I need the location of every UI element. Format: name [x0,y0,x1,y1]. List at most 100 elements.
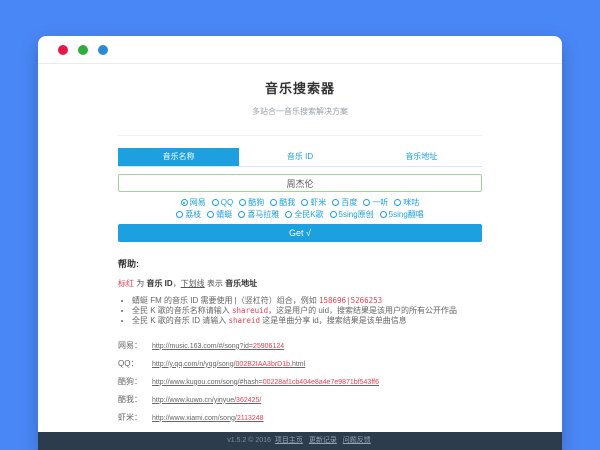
radio-icon [207,211,214,218]
example-row: 酷我：http://www.kuwo.cn/yinyue/362425/ [118,394,482,405]
radio-icon [239,199,246,206]
radio-icon [176,211,183,218]
help-bullet: 蜻蜓 FM 的音乐 ID 需要使用 |（竖杠符）组合，例如 158696|526… [132,296,482,306]
tab-music-name[interactable]: 音乐名称 [118,148,239,166]
source-option[interactable]: 全民K歌 [285,210,323,219]
example-site-label: QQ： [118,358,152,369]
source-option-label: 酷狗 [248,198,264,207]
radio-icon [380,211,387,218]
example-row: 酷狗：http://www.kugou.com/song/#hash=00228… [118,376,482,387]
example-site-label: 酷我： [118,394,152,405]
help-bullet: 全民 K 歌的音乐名称请输入 shareuid，这是用户的 uid，搜索结果是该… [132,306,482,316]
help-note-red: 标红 [118,279,134,288]
help-code: 158696|5266253 [319,296,382,305]
source-option[interactable]: QQ [212,198,233,207]
radio-icon [270,199,277,206]
page-subtitle: 多站合一音乐搜索解决方案 [38,106,562,117]
page-content: 音乐搜索器 多站合一音乐搜索解决方案 音乐名称 音乐 ID 音乐地址 网易 QQ 酷… [38,64,562,450]
example-site-label: 酷狗： [118,376,152,387]
source-radio-row: 网易 QQ 酷狗 酷我 虾米 百度 一听 咪咕 [118,197,482,207]
radio-icon [212,199,219,206]
radio-icon [181,199,188,206]
source-option-label: 荔枝 [185,210,201,219]
source-option-label: 百度 [341,198,357,207]
source-option[interactable]: 荔枝 [176,210,201,219]
radio-icon [330,211,337,218]
source-option-label: 蜻蜓 [216,210,232,219]
radio-icon [363,199,370,206]
main-column: 音乐名称 音乐 ID 音乐地址 网易 QQ 酷狗 酷我 虾米 百度 一听 咪咕荔枝 蜻蜓 喜马拉雅… [118,135,482,450]
source-option[interactable]: 5sing翻唱 [380,210,424,219]
help-code: shareuid [232,306,268,315]
example-url-list: 网易：http://music.163.com/#/song?id=259061… [118,340,482,423]
footer-link-feedback[interactable]: 问题反馈 [343,437,371,444]
radio-icon [394,199,401,206]
example-row: 网易：http://music.163.com/#/song?id=259061… [118,340,482,351]
source-option-label: 咪咕 [403,198,419,207]
source-option-label: 一听 [372,198,388,207]
example-row: QQ：http://y.qq.com/n/yqq/song/002B2IAA3b… [118,358,482,369]
example-row: 虾米：http://www.xiami.com/song/2113248 [118,412,482,423]
help-heading: 帮助: [118,257,482,270]
divider-top [118,135,482,136]
example-url-link[interactable]: http://www.kuwo.cn/yinyue/362425/ [152,396,261,404]
source-option-label: 5sing原创 [339,210,374,219]
source-option-label: 喜马拉雅 [247,210,279,219]
window-close-button[interactable] [58,45,68,55]
source-selector: 网易 QQ 酷狗 酷我 虾米 百度 一听 咪咕荔枝 蜻蜓 喜马拉雅 全民K歌 5sing原创 5sing… [118,197,482,219]
source-option-label: 全民K歌 [294,210,323,219]
tab-music-url[interactable]: 音乐地址 [361,148,482,166]
source-option-label: QQ [221,198,233,207]
get-button[interactable]: Get √ [118,224,482,242]
source-option[interactable]: 酷狗 [239,198,264,207]
source-radio-row: 荔枝 蜻蜓 喜马拉雅 全民K歌 5sing原创 5sing翻唱 [118,209,482,219]
help-bullet: 全民 K 歌的音乐 ID 请输入 shareid 这是单曲分享 id，搜索结果是… [132,316,482,326]
help-note-sep: ， [173,279,181,288]
page-title: 音乐搜索器 [38,78,562,97]
window-minimize-button[interactable] [78,45,88,55]
footer-link-project[interactable]: 项目主页 [275,437,303,444]
help-note: 标红 为 音乐 ID，下划线 表示 音乐地址 [118,278,482,289]
help-note-text: 为 [134,279,146,288]
browser-window: 音乐搜索器 多站合一音乐搜索解决方案 音乐名称 音乐 ID 音乐地址 网易 QQ 酷… [38,36,562,450]
source-option-label: 酷我 [279,198,295,207]
example-url-link[interactable]: http://music.163.com/#/song?id=25906124 [152,342,284,350]
radio-icon [285,211,292,218]
source-option[interactable]: 一听 [363,198,388,207]
window-maximize-button[interactable] [98,45,108,55]
desktop-background: 音乐搜索器 多站合一音乐搜索解决方案 音乐名称 音乐 ID 音乐地址 网易 QQ 酷… [0,0,600,450]
source-option-label: 虾米 [310,198,326,207]
example-music-id: 2113248 [237,415,264,422]
example-music-id: 362425 [236,397,259,404]
help-section: 帮助: 标红 为 音乐 ID，下划线 表示 音乐地址 蜻蜓 FM 的音乐 ID … [118,257,482,326]
source-option[interactable]: 酷我 [270,198,295,207]
source-option[interactable]: 虾米 [301,198,326,207]
help-bullet-list: 蜻蜓 FM 的音乐 ID 需要使用 |（竖杠符）组合，例如 158696|526… [118,296,482,326]
example-music-id: 25906124 [253,343,284,350]
example-url-link[interactable]: http://www.xiami.com/song/2113248 [152,414,264,422]
help-note-underline: 下划线 [181,279,205,288]
example-site-label: 虾米： [118,412,152,423]
source-option[interactable]: 喜马拉雅 [238,210,279,219]
source-option[interactable]: 咪咕 [394,198,419,207]
radio-icon [301,199,308,206]
help-note-text2: 表示 [205,279,225,288]
window-toolbar [38,36,562,64]
source-option[interactable]: 蜻蜓 [207,210,232,219]
example-url-link[interactable]: http://www.kugou.com/song/#hash=00228af1… [152,378,379,386]
help-note-bold-id: 音乐 ID [146,279,172,288]
source-option-label: 5sing翻唱 [389,210,424,219]
radio-icon [238,211,245,218]
example-music-id: 00228af1cb404e8a4e7e9871bf543ff6 [263,379,379,386]
help-code: shareid [228,316,260,325]
source-option[interactable]: 5sing原创 [330,210,374,219]
tab-bar: 音乐名称 音乐 ID 音乐地址 [118,148,482,167]
example-url-link[interactable]: http://y.qq.com/n/yqq/song/002B2IAA3brD1… [152,360,305,368]
tab-music-id[interactable]: 音乐 ID [239,148,360,166]
footer-link-changelog[interactable]: 更新记录 [309,437,337,444]
source-option[interactable]: 网易 [181,198,206,207]
radio-icon [332,199,339,206]
search-input[interactable] [118,174,482,192]
source-option[interactable]: 百度 [332,198,357,207]
example-music-id: 002B2IAA3brD1b [236,361,290,368]
